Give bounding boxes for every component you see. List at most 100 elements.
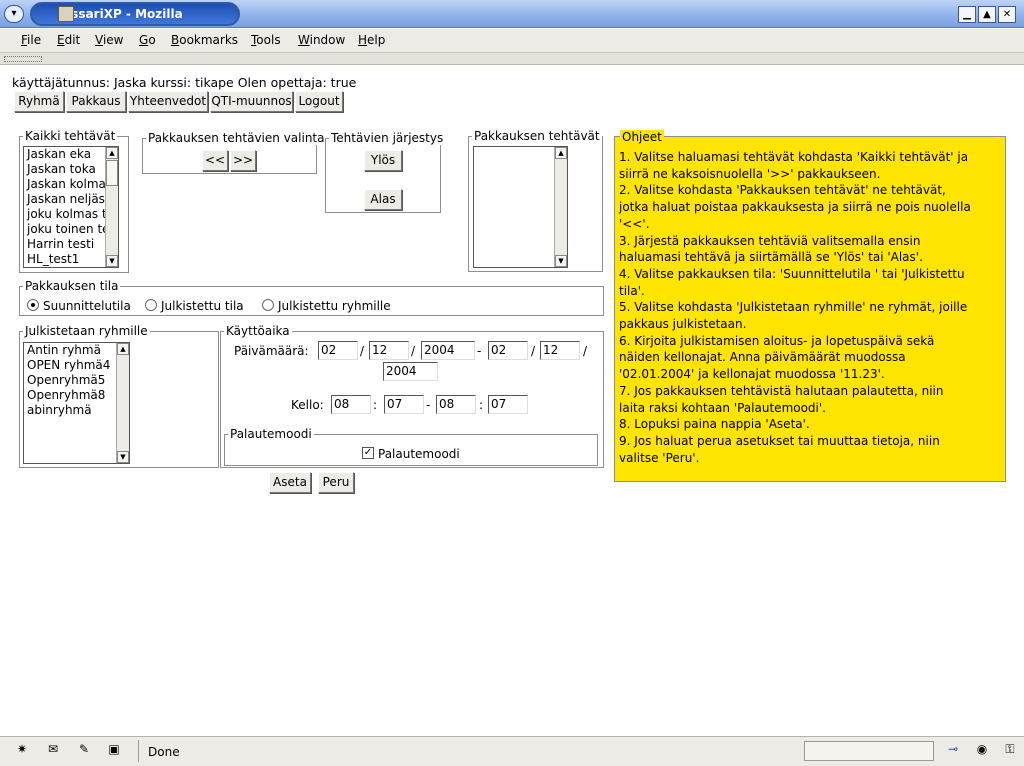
feedback-legend: Palautemoodi <box>228 427 314 441</box>
nav-pakkaus-button[interactable]: Pakkaus <box>66 91 126 112</box>
cancel-button[interactable]: Peru <box>318 472 354 493</box>
list-item[interactable]: abinryhmä <box>24 403 129 418</box>
set-button[interactable]: Aseta <box>269 472 311 493</box>
menu-tools[interactable]: Tools <box>251 33 281 47</box>
app-icon <box>58 6 74 22</box>
scroll-down-arrow-icon[interactable]: ▼ <box>117 451 129 463</box>
online-plug-icon[interactable]: ⊸ <box>940 742 966 758</box>
end-hour-input[interactable]: 08 <box>436 395 476 414</box>
date-separator: / <box>531 344 536 358</box>
minimize-button[interactable]: ▁ <box>958 6 976 23</box>
security-icon[interactable]: ◉ <box>972 742 992 758</box>
list-item[interactable]: HL_test1 <box>24 252 118 267</box>
title-bar: ▾ AssariXP - Mozilla ▁ ▲ ✕ <box>0 0 1024 28</box>
list-item[interactable]: joku toinen te <box>24 222 118 237</box>
end-day-input[interactable]: 02 <box>488 341 528 360</box>
menu-view[interactable]: View <box>95 33 123 47</box>
menu-go[interactable]: Go <box>139 33 156 47</box>
usage-legend: Käyttöaika <box>224 324 292 338</box>
scroll-down-arrow-icon[interactable]: ▼ <box>555 255 567 267</box>
nav-yhteenvedot-button[interactable]: Yhteenvedot <box>128 91 208 112</box>
help-legend: Ohjeet <box>620 130 664 144</box>
menu-file[interactable]: File <box>21 33 41 47</box>
nav-ryhma-button[interactable]: Ryhmä <box>14 91 64 112</box>
maximize-button[interactable]: ▲ <box>978 6 996 23</box>
menu-help[interactable]: Help <box>358 33 385 47</box>
all-tasks-legend: Kaikki tehtävät <box>23 129 118 143</box>
time-separator: : <box>373 398 378 412</box>
range-separator: - <box>477 344 482 358</box>
add-to-package-button[interactable]: >> <box>230 150 256 171</box>
navigator-icon[interactable]: ✷ <box>12 742 32 758</box>
feedback-checkbox-label: Palautemoodi <box>378 447 460 461</box>
groups-scrollbar[interactable]: ▲ ▼ <box>116 343 129 463</box>
toolbar-grip[interactable] <box>0 53 1024 65</box>
help-line: valitse 'Peru'. <box>619 450 700 465</box>
list-item[interactable]: Jaskan kolmas <box>24 177 118 192</box>
list-item[interactable]: Jaskan eka <box>24 147 118 162</box>
window-menu-button[interactable]: ▾ <box>4 5 24 23</box>
composer-icon[interactable]: ✎ <box>74 742 94 758</box>
state-radio-julkistettu[interactable] <box>145 299 157 311</box>
help-line: 9. Jos haluat perua asetukset tai muutta… <box>619 433 940 448</box>
help-line: siirrä ne kaksoisnuolella '>>' pakkaukse… <box>619 166 881 181</box>
remove-from-package-button[interactable]: << <box>202 150 228 171</box>
start-minute-input[interactable]: 07 <box>384 395 424 414</box>
state-radio-julkistettu-ryhmille[interactable] <box>262 299 274 311</box>
time-label: Kello: <box>291 398 324 412</box>
start-day-input[interactable]: 02 <box>318 341 358 360</box>
all-tasks-list[interactable]: Jaskan eka Jaskan toka Jaskan kolmas Jas… <box>23 146 119 268</box>
scroll-up-arrow-icon[interactable]: ▲ <box>106 147 118 159</box>
list-item[interactable]: Openryhmä8 <box>24 388 129 403</box>
list-item[interactable]: Jaskan toka <box>24 162 118 177</box>
date-separator: / <box>411 344 416 358</box>
menu-edit[interactable]: Edit <box>57 33 80 47</box>
list-item[interactable]: Harrin testi <box>24 237 118 252</box>
start-year-input[interactable]: 2004 <box>421 341 475 360</box>
lock-icon[interactable]: ⚿ <box>1000 742 1020 758</box>
date-label: Päivämäärä: <box>234 344 309 358</box>
state-label-julkistettu: Julkistettu tila <box>161 299 244 313</box>
address-book-icon[interactable]: ▣ <box>104 742 124 758</box>
package-tasks-scrollbar[interactable]: ▲ ▼ <box>554 147 567 267</box>
list-item[interactable]: Openryhmä5 <box>24 373 129 388</box>
end-year-input[interactable]: 2004 <box>383 362 438 381</box>
state-label-suunnittelutila: Suunnittelutila <box>43 299 131 313</box>
start-month-input[interactable]: 12 <box>369 341 409 360</box>
help-line: näiden kellonajat. Anna päivämäärät muod… <box>619 350 906 365</box>
list-item[interactable]: Antin ryhmä <box>24 343 129 358</box>
feedback-checkbox[interactable]: ✓ <box>362 447 374 459</box>
help-line: jotka haluat poistaa pakkauksesta ja sii… <box>619 200 971 215</box>
menu-bar: File Edit View Go Bookmarks Tools Window… <box>0 29 1024 53</box>
menu-window[interactable]: Window <box>298 33 345 47</box>
end-month-input[interactable]: 12 <box>540 341 580 360</box>
menu-bookmarks[interactable]: Bookmarks <box>171 33 238 47</box>
groups-list[interactable]: Antin ryhmä OPEN ryhmä4 Openryhmä5 Openr… <box>23 342 130 464</box>
logout-button[interactable]: Logout <box>295 91 343 112</box>
help-line: 7. Jos pakkauksen tehtävistä halutaan pa… <box>619 383 944 398</box>
scroll-up-arrow-icon[interactable]: ▲ <box>555 147 567 159</box>
move-up-button[interactable]: Ylös <box>364 150 402 171</box>
scroll-down-arrow-icon[interactable]: ▼ <box>106 255 118 267</box>
help-line: 6. Kirjoita julkistamisen aloitus- ja lo… <box>619 333 935 348</box>
start-hour-input[interactable]: 08 <box>331 395 371 414</box>
mail-icon[interactable]: ✉ <box>43 742 63 758</box>
help-line: pakkaus julkistetaan. <box>619 317 747 332</box>
list-item[interactable]: Jaskan neljäs <box>24 192 118 207</box>
move-down-button[interactable]: Alas <box>364 189 402 210</box>
list-item[interactable]: joku kolmas t <box>24 207 118 222</box>
all-tasks-scrollbar[interactable]: ▲ ▼ <box>105 147 118 267</box>
scroll-up-arrow-icon[interactable]: ▲ <box>117 343 129 355</box>
scroll-thumb[interactable] <box>106 160 118 186</box>
state-radio-suunnittelutila[interactable] <box>27 299 39 311</box>
scroll-track[interactable] <box>117 356 129 450</box>
package-tasks-list[interactable]: ▲ ▼ <box>473 146 568 268</box>
menu-tools-rest: ools <box>256 33 281 47</box>
scroll-track[interactable] <box>555 160 567 254</box>
end-minute-input[interactable]: 07 <box>488 395 528 414</box>
close-button[interactable]: ✕ <box>998 6 1016 23</box>
groups-legend: Julkistetaan ryhmille <box>23 324 150 338</box>
status-bar: ✷ ✉ ✎ ▣ Done ⊸ ◉ ⚿ <box>0 736 1024 766</box>
list-item[interactable]: OPEN ryhmä4 <box>24 358 129 373</box>
nav-qti-button[interactable]: QTI-muunnos <box>210 91 293 112</box>
